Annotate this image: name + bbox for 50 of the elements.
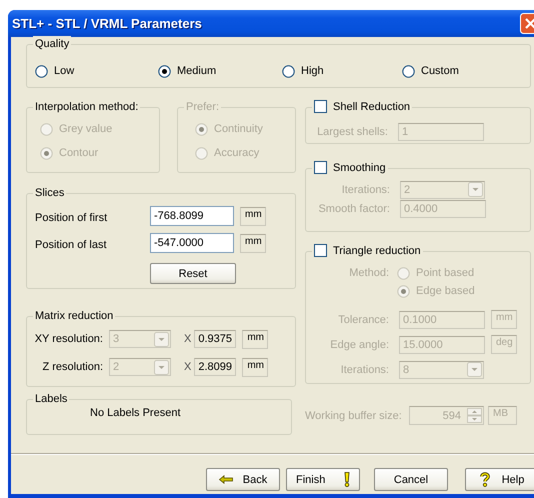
unit-label: MB xyxy=(488,406,517,425)
field-label: Iterations: xyxy=(340,184,391,196)
radio-button[interactable] xyxy=(35,64,48,78)
finish-button[interactable]: Finish xyxy=(286,468,360,491)
exclamation-icon xyxy=(344,472,350,487)
group-label: Matrix reduction xyxy=(35,310,114,322)
input-field[interactable]: -547.0000 xyxy=(150,233,234,253)
field-label: Iterations: xyxy=(340,364,390,376)
field-label: Tolerance: xyxy=(337,314,390,326)
field-label: Position of last xyxy=(35,238,108,250)
arrow-left-icon xyxy=(218,475,233,484)
multiply-sign: X xyxy=(184,333,192,345)
unit-label: mm xyxy=(242,358,268,376)
field-label: Z resolution: xyxy=(41,361,104,373)
cancel-button[interactable]: Cancel xyxy=(374,468,448,491)
field-label: Edge angle: xyxy=(329,338,390,350)
radio-button[interactable] xyxy=(282,64,295,78)
multiply-sign: X xyxy=(184,361,192,373)
group-label: Prefer: xyxy=(186,100,220,112)
unit-label: deg xyxy=(491,335,517,354)
unit-label: mm xyxy=(240,234,266,252)
field-label: XY resolution: xyxy=(34,333,104,345)
status-message: No Labels Present xyxy=(90,407,180,419)
back-button[interactable]: Back xyxy=(206,468,280,491)
checkbox[interactable] xyxy=(314,100,327,113)
field-label: Largest shells: xyxy=(316,126,389,138)
reset-button[interactable]: Reset xyxy=(150,263,236,284)
radio-label[interactable]: Custom xyxy=(421,65,459,77)
field-label: Method: xyxy=(348,266,390,281)
unit-label: mm xyxy=(242,330,268,348)
help-button[interactable]: Help xyxy=(465,468,534,491)
checkbox[interactable] xyxy=(314,161,327,174)
group-label: Interpolation method: xyxy=(35,100,138,112)
radio-button[interactable] xyxy=(402,64,415,78)
checkbox[interactable] xyxy=(314,244,327,257)
field-label: Smooth factor: xyxy=(317,202,391,214)
group-label: Labels xyxy=(35,392,68,404)
field-label: Position of first xyxy=(35,210,108,224)
window-title: STL+ - STL / VRML Parameters xyxy=(12,16,202,31)
field-label: Working buffer size: xyxy=(305,410,403,422)
radio-button[interactable] xyxy=(158,64,171,78)
radio-label[interactable]: Medium xyxy=(177,65,216,77)
question-mark-icon xyxy=(480,472,490,487)
unit-label: mm xyxy=(240,206,266,226)
input-field[interactable]: -768.8099 xyxy=(150,206,234,226)
group-label: Quality xyxy=(35,38,70,50)
radio-label[interactable]: High xyxy=(301,65,324,77)
group-label: Slices xyxy=(35,186,64,198)
unit-label: mm xyxy=(491,310,517,329)
radio-label[interactable]: Low xyxy=(54,65,74,77)
